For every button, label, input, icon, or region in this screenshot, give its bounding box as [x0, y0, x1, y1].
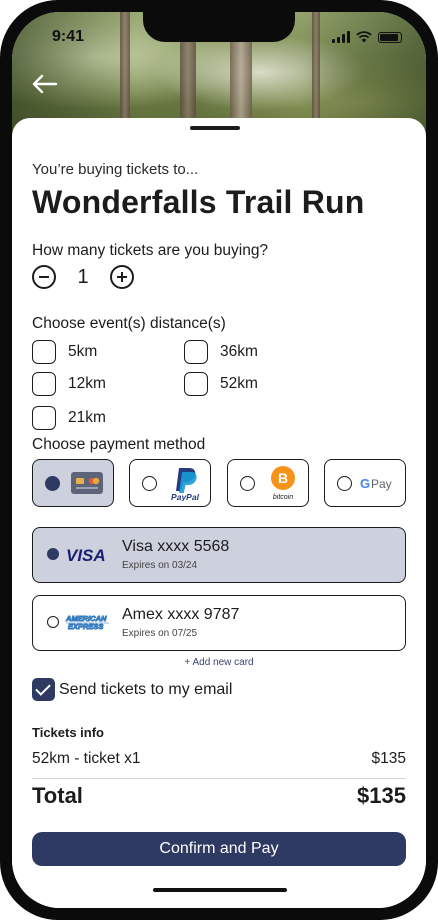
event-title: Wonderfalls Trail Run [32, 184, 365, 220]
checkbox[interactable] [184, 372, 208, 396]
status-time: 9:41 [52, 28, 85, 45]
distance-option-label: 5km [68, 343, 98, 360]
radio-unselected[interactable] [142, 475, 157, 491]
distance-option-12km[interactable]: 12km [32, 372, 106, 396]
svg-text:G: G [360, 476, 370, 491]
checkbox-checked[interactable] [32, 678, 55, 701]
saved-card-amex[interactable]: AMERICAN EXPRESS Amex xxxx 9787 Expires … [32, 595, 406, 651]
home-indicator[interactable] [153, 888, 287, 892]
plus-circle-icon[interactable] [110, 265, 134, 289]
credit-card-icon [70, 471, 104, 495]
distance-option-label: 36km [220, 343, 258, 360]
payment-method-paypal[interactable]: PayPal [129, 459, 211, 507]
payment-method-bitcoin[interactable]: B bitcoin [227, 459, 309, 507]
checkbox[interactable] [184, 340, 208, 364]
visa-logo: VISA [66, 546, 106, 565]
bitcoin-logo: B bitcoin [263, 464, 303, 502]
back-arrow-icon[interactable] [30, 70, 60, 98]
wifi-icon [356, 31, 372, 43]
distance-option-label: 21km [68, 409, 106, 426]
distance-label: Choose event(s) distance(s) [32, 315, 226, 332]
minus-circle-icon[interactable] [32, 265, 56, 289]
ticket-count-label: How many tickets are you buying? [32, 242, 269, 259]
total-value: $135 [357, 783, 406, 808]
radio-unselected[interactable] [240, 475, 255, 491]
card-name: Visa xxxx 5568 [122, 538, 230, 555]
checkout-sheet: You’re buying tickets to... Wonderfalls … [12, 118, 426, 908]
svg-text:bitcoin: bitcoin [273, 494, 293, 501]
quantity-stepper: 1 [32, 265, 134, 289]
confirm-and-pay-button[interactable]: Confirm and Pay [32, 832, 406, 866]
svg-text:EXPRESS: EXPRESS [68, 622, 103, 631]
radio-selected[interactable] [45, 475, 60, 491]
subtitle: You’re buying tickets to... [32, 161, 199, 178]
total-label: Total [32, 783, 83, 808]
card-expiry: Expires on 03/24 [122, 560, 198, 571]
card-name: Amex xxxx 9787 [122, 606, 240, 623]
distance-option-21km[interactable]: 21km [32, 406, 106, 430]
svg-text:B: B [278, 470, 288, 486]
signal-icon [332, 31, 350, 43]
checkbox[interactable] [32, 372, 56, 396]
phone-frame: 9:41 You’re buying tickets to... Wonderf… [0, 0, 438, 920]
radio-unselected[interactable] [47, 616, 59, 628]
svg-text:VISA: VISA [66, 546, 106, 565]
payment-method-label: Choose payment method [32, 436, 206, 453]
quantity-value: 1 [77, 265, 89, 288]
notch [143, 12, 295, 42]
card-expiry: Expires on 07/25 [122, 628, 198, 639]
add-new-card-link[interactable]: + Add new card [12, 657, 426, 668]
checkbox[interactable] [32, 340, 56, 364]
email-label: Send tickets to my email [59, 680, 233, 698]
distance-option-52km[interactable]: 52km [184, 372, 258, 396]
screen: 9:41 You’re buying tickets to... Wonderf… [12, 12, 426, 908]
svg-text:Pay: Pay [371, 477, 392, 491]
distance-option-label: 12km [68, 375, 106, 392]
tickets-info-title: Tickets info [32, 725, 105, 740]
distance-option-5km[interactable]: 5km [32, 340, 97, 364]
status-icons [332, 31, 402, 43]
distance-option-label: 52km [220, 375, 258, 392]
radio-unselected[interactable] [337, 475, 352, 491]
ticket-line-price: $135 [371, 750, 406, 767]
distance-option-36km[interactable]: 36km [184, 340, 258, 364]
ticket-line-item: 52km - ticket x1 [32, 750, 141, 767]
send-email-option[interactable]: Send tickets to my email [32, 678, 232, 701]
google-pay-logo: G Pay [360, 474, 398, 492]
battery-icon [378, 32, 402, 43]
checkbox[interactable] [32, 406, 56, 430]
saved-card-visa[interactable]: VISA Visa xxxx 5568 Expires on 03/24 [32, 527, 406, 583]
payment-method-card[interactable] [32, 459, 114, 507]
divider [32, 778, 406, 779]
radio-selected[interactable] [47, 548, 59, 560]
svg-text:PayPal: PayPal [171, 492, 200, 501]
payment-method-gpay[interactable]: G Pay [324, 459, 406, 507]
amex-logo: AMERICAN EXPRESS [65, 614, 109, 631]
sheet-grabber[interactable] [190, 126, 240, 130]
paypal-logo: PayPal [165, 465, 205, 501]
